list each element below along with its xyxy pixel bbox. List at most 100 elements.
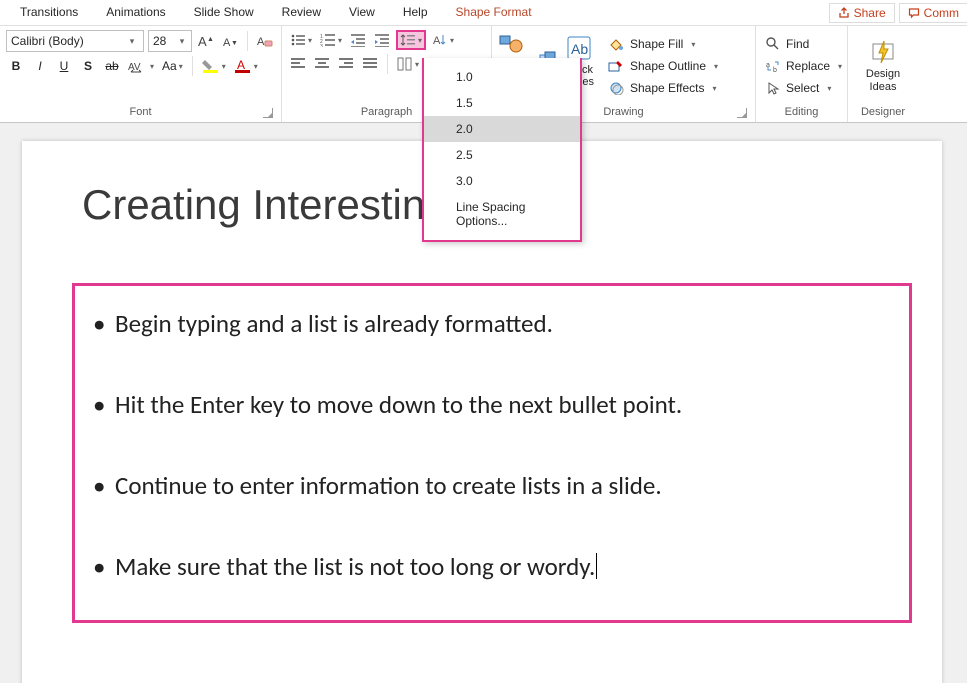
dialog-launcher-icon[interactable] <box>737 108 747 118</box>
italic-button[interactable]: I <box>30 56 50 76</box>
svg-text:A: A <box>433 35 441 47</box>
replace-button[interactable]: ab Replace▾ <box>762 56 841 76</box>
columns-icon <box>397 57 413 71</box>
svg-text:Ab: Ab <box>571 41 588 57</box>
line-spacing-icon <box>400 33 416 47</box>
line-spacing-menu: 1.0 1.5 2.0 2.5 3.0 Line Spacing Options… <box>422 58 582 242</box>
outdent-icon <box>350 33 366 47</box>
share-button[interactable]: Share <box>829 3 895 23</box>
align-left-button[interactable] <box>288 54 308 74</box>
group-editing: Find ab Replace▾ Select▾ Editing <box>756 26 848 122</box>
search-icon <box>766 37 780 51</box>
bullet-list[interactable]: Begin typing and a list is already forma… <box>93 308 891 582</box>
list-item[interactable]: Hit the Enter key to move down to the ne… <box>93 389 891 420</box>
shapes-gallery-icon <box>498 34 524 54</box>
shape-effects-button[interactable]: Shape Effects▾ <box>604 78 722 98</box>
line-spacing-option-1-0[interactable]: 1.0 <box>424 64 580 90</box>
comments-label: Comm <box>924 6 959 20</box>
line-spacing-option-2-5[interactable]: 2.5 <box>424 142 580 168</box>
tab-slide-show[interactable]: Slide Show <box>192 1 256 25</box>
svg-text:3: 3 <box>320 44 323 47</box>
line-spacing-button[interactable]: ▾ <box>396 30 426 50</box>
font-size-combo[interactable]: ▾ <box>148 30 192 52</box>
list-item[interactable]: Make sure that the list is not too long … <box>93 551 891 582</box>
tab-view[interactable]: View <box>347 1 377 25</box>
text-cursor <box>596 553 597 579</box>
text-direction-button[interactable]: A▾ <box>430 30 456 50</box>
tab-review[interactable]: Review <box>280 1 323 25</box>
indent-icon <box>374 33 390 47</box>
svg-text:▲: ▲ <box>207 36 214 43</box>
align-center-icon <box>315 58 329 70</box>
shape-fill-button[interactable]: Shape Fill▾ <box>604 34 722 54</box>
numbering-button[interactable]: 123▾ <box>318 30 344 50</box>
find-button[interactable]: Find <box>762 34 841 54</box>
comment-icon <box>908 7 920 19</box>
align-justify-button[interactable] <box>360 54 380 74</box>
bold-button[interactable]: B <box>6 56 26 76</box>
line-spacing-options[interactable]: Line Spacing Options... <box>424 194 580 234</box>
text-direction-icon: A <box>432 33 448 47</box>
group-label-font: Font <box>6 104 275 121</box>
shadow-button[interactable]: S <box>78 56 98 76</box>
share-label: Share <box>854 6 886 20</box>
design-ideas-button[interactable]: Design Ideas <box>854 30 912 102</box>
list-item[interactable]: Begin typing and a list is already forma… <box>93 308 891 339</box>
bullets-button[interactable]: ▾ <box>288 30 314 50</box>
font-name-combo[interactable]: ▾ <box>6 30 144 52</box>
highlight-color-button[interactable]: ▾ <box>200 56 228 76</box>
decrease-indent-button[interactable] <box>348 30 368 50</box>
pencil-outline-icon <box>608 59 624 73</box>
clear-formatting-button[interactable]: A <box>255 31 275 51</box>
columns-button[interactable]: ▾ <box>395 54 421 74</box>
chevron-down-icon: ▾ <box>125 36 139 47</box>
group-designer: Design Ideas Designer <box>848 26 918 122</box>
line-spacing-option-3-0[interactable]: 3.0 <box>424 168 580 194</box>
cursor-icon <box>766 81 780 95</box>
character-spacing-button[interactable]: AV▾ <box>126 56 156 76</box>
align-right-icon <box>339 58 353 70</box>
group-label-designer: Designer <box>854 104 912 121</box>
group-font: ▾ ▾ A▲ A▼ A B I U <box>0 26 282 122</box>
svg-text:A: A <box>223 37 231 49</box>
comments-button[interactable]: Comm <box>899 3 967 23</box>
grow-font-icon: A▲ <box>198 33 214 49</box>
tab-help[interactable]: Help <box>401 1 430 25</box>
paint-bucket-icon <box>608 37 624 51</box>
replace-icon: ab <box>766 59 780 73</box>
strikethrough-button[interactable]: ab <box>102 56 122 76</box>
line-spacing-option-2-0[interactable]: 2.0 <box>424 116 580 142</box>
tab-animations[interactable]: Animations <box>104 1 167 25</box>
font-name-input[interactable] <box>7 34 125 48</box>
underline-button[interactable]: U <box>54 56 74 76</box>
font-color-icon: A <box>234 58 252 74</box>
svg-text:A: A <box>257 36 265 48</box>
increase-indent-button[interactable] <box>372 30 392 50</box>
dialog-launcher-icon[interactable] <box>263 108 273 118</box>
font-color-button[interactable]: A▾ <box>232 56 260 76</box>
shape-effects-icon <box>608 81 624 95</box>
change-case-button[interactable]: Aa▾ <box>160 56 185 76</box>
tab-bar: Transitions Animations Slide Show Review… <box>0 0 967 26</box>
group-label-editing: Editing <box>762 104 841 121</box>
tab-transitions[interactable]: Transitions <box>18 1 80 25</box>
shrink-font-button[interactable]: A▼ <box>220 31 240 51</box>
slide-title[interactable]: Creating Interesting <box>82 181 449 229</box>
svg-text:b: b <box>773 67 777 73</box>
share-icon <box>838 7 850 19</box>
shape-outline-button[interactable]: Shape Outline▾ <box>604 56 722 76</box>
grow-font-button[interactable]: A▲ <box>196 31 216 51</box>
align-center-button[interactable] <box>312 54 332 74</box>
list-item[interactable]: Continue to enter information to create … <box>93 470 891 501</box>
content-placeholder[interactable]: Begin typing and a list is already forma… <box>72 283 912 623</box>
lightning-slide-icon <box>870 39 896 65</box>
tab-shape-format[interactable]: Shape Format <box>454 1 534 25</box>
align-right-button[interactable] <box>336 54 356 74</box>
line-spacing-option-1-5[interactable]: 1.5 <box>424 90 580 116</box>
select-button[interactable]: Select▾ <box>762 78 841 98</box>
align-justify-icon <box>363 58 377 70</box>
eraser-a-icon: A <box>257 33 273 49</box>
char-spacing-icon: AV <box>128 59 148 73</box>
font-size-input[interactable] <box>149 34 175 48</box>
svg-text:A: A <box>198 34 207 49</box>
